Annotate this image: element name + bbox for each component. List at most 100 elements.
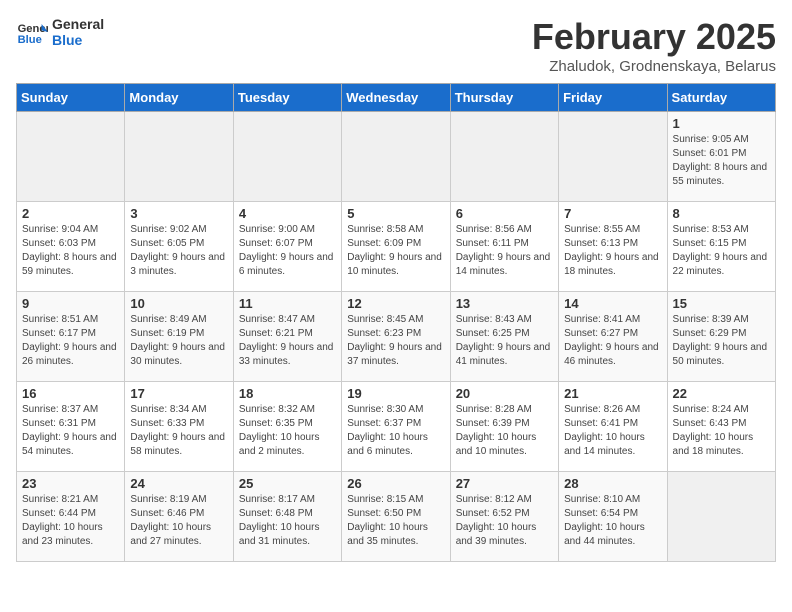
day-number: 1 bbox=[673, 116, 770, 131]
calendar-cell bbox=[450, 112, 558, 202]
day-number: 26 bbox=[347, 476, 444, 491]
day-info: Sunrise: 8:41 AM Sunset: 6:27 PM Dayligh… bbox=[564, 313, 661, 369]
day-info: Sunrise: 8:39 AM Sunset: 6:29 PM Dayligh… bbox=[673, 313, 770, 369]
day-info: Sunrise: 8:49 AM Sunset: 6:19 PM Dayligh… bbox=[130, 313, 227, 369]
calendar-cell: 20 Sunrise: 8:28 AM Sunset: 6:39 PM Dayli… bbox=[450, 382, 558, 472]
weekday-header: Monday bbox=[125, 84, 233, 112]
calendar-cell: 24 Sunrise: 8:19 AM Sunset: 6:46 PM Dayli… bbox=[125, 472, 233, 562]
calendar-cell: 10 Sunrise: 8:49 AM Sunset: 6:19 PM Dayli… bbox=[125, 292, 233, 382]
day-info: Sunrise: 9:05 AM Sunset: 6:01 PM Dayligh… bbox=[673, 133, 770, 189]
calendar-title: February 2025 bbox=[532, 16, 776, 58]
calendar-subtitle: Zhaludok, Grodnenskaya, Belarus bbox=[532, 58, 776, 75]
logo-line1: General bbox=[52, 16, 104, 32]
calendar-cell: 9 Sunrise: 8:51 AM Sunset: 6:17 PM Daylig… bbox=[17, 292, 125, 382]
weekday-header-row: SundayMondayTuesdayWednesdayThursdayFrid… bbox=[17, 84, 776, 112]
header: General Blue General Blue February 2025 … bbox=[16, 16, 776, 75]
calendar-cell: 11 Sunrise: 8:47 AM Sunset: 6:21 PM Dayli… bbox=[233, 292, 341, 382]
logo: General Blue General Blue bbox=[16, 16, 104, 48]
day-number: 24 bbox=[130, 476, 227, 491]
day-info: Sunrise: 8:45 AM Sunset: 6:23 PM Dayligh… bbox=[347, 313, 444, 369]
calendar-cell bbox=[125, 112, 233, 202]
calendar-cell: 28Sunrise: 8:10 AM Sunset: 6:54 PM Dayli… bbox=[559, 472, 667, 562]
day-number: 13 bbox=[456, 296, 553, 311]
title-area: February 2025 Zhaludok, Grodnenskaya, Be… bbox=[532, 16, 776, 75]
calendar-cell: 22 Sunrise: 8:24 AM Sunset: 6:43 PM Dayli… bbox=[667, 382, 775, 472]
calendar-week-row: 16 Sunrise: 8:37 AM Sunset: 6:31 PM Dayli… bbox=[17, 382, 776, 472]
day-info: Sunrise: 8:58 AM Sunset: 6:09 PM Dayligh… bbox=[347, 223, 444, 279]
day-number: 7 bbox=[564, 206, 661, 221]
day-info: Sunrise: 8:51 AM Sunset: 6:17 PM Dayligh… bbox=[22, 313, 119, 369]
day-info: Sunrise: 8:47 AM Sunset: 6:21 PM Dayligh… bbox=[239, 313, 336, 369]
day-number: 9 bbox=[22, 296, 119, 311]
day-number: 25 bbox=[239, 476, 336, 491]
calendar-cell: 5 Sunrise: 8:58 AM Sunset: 6:09 PM Daylig… bbox=[342, 202, 450, 292]
calendar-cell: 2Sunrise: 9:04 AM Sunset: 6:03 PM Daylig… bbox=[17, 202, 125, 292]
calendar-cell: 16 Sunrise: 8:37 AM Sunset: 6:31 PM Dayli… bbox=[17, 382, 125, 472]
day-info: Sunrise: 8:32 AM Sunset: 6:35 PM Dayligh… bbox=[239, 403, 336, 459]
calendar-cell: 26 Sunrise: 8:15 AM Sunset: 6:50 PM Dayli… bbox=[342, 472, 450, 562]
day-info: Sunrise: 8:26 AM Sunset: 6:41 PM Dayligh… bbox=[564, 403, 661, 459]
day-info: Sunrise: 9:02 AM Sunset: 6:05 PM Dayligh… bbox=[130, 223, 227, 279]
svg-text:Blue: Blue bbox=[18, 34, 42, 46]
calendar-cell bbox=[17, 112, 125, 202]
day-info: Sunrise: 8:19 AM Sunset: 6:46 PM Dayligh… bbox=[130, 493, 227, 549]
calendar-cell: 19 Sunrise: 8:30 AM Sunset: 6:37 PM Dayli… bbox=[342, 382, 450, 472]
calendar-cell: 12 Sunrise: 8:45 AM Sunset: 6:23 PM Dayli… bbox=[342, 292, 450, 382]
day-number: 28 bbox=[564, 476, 661, 491]
day-info: Sunrise: 9:00 AM Sunset: 6:07 PM Dayligh… bbox=[239, 223, 336, 279]
weekday-header: Tuesday bbox=[233, 84, 341, 112]
day-number: 5 bbox=[347, 206, 444, 221]
calendar-cell: 7 Sunrise: 8:55 AM Sunset: 6:13 PM Daylig… bbox=[559, 202, 667, 292]
day-number: 4 bbox=[239, 206, 336, 221]
calendar-cell: 15 Sunrise: 8:39 AM Sunset: 6:29 PM Dayli… bbox=[667, 292, 775, 382]
day-number: 12 bbox=[347, 296, 444, 311]
weekday-header: Sunday bbox=[17, 84, 125, 112]
day-number: 17 bbox=[130, 386, 227, 401]
weekday-header: Saturday bbox=[667, 84, 775, 112]
day-number: 10 bbox=[130, 296, 227, 311]
calendar-cell: 6Sunrise: 8:56 AM Sunset: 6:11 PM Daylig… bbox=[450, 202, 558, 292]
calendar-week-row: 9 Sunrise: 8:51 AM Sunset: 6:17 PM Daylig… bbox=[17, 292, 776, 382]
day-number: 23 bbox=[22, 476, 119, 491]
day-number: 27 bbox=[456, 476, 553, 491]
day-info: Sunrise: 8:30 AM Sunset: 6:37 PM Dayligh… bbox=[347, 403, 444, 459]
calendar-cell: 13 Sunrise: 8:43 AM Sunset: 6:25 PM Dayli… bbox=[450, 292, 558, 382]
day-info: Sunrise: 8:53 AM Sunset: 6:15 PM Dayligh… bbox=[673, 223, 770, 279]
day-info: Sunrise: 8:55 AM Sunset: 6:13 PM Dayligh… bbox=[564, 223, 661, 279]
calendar-cell: 25 Sunrise: 8:17 AM Sunset: 6:48 PM Dayli… bbox=[233, 472, 341, 562]
calendar-week-row: 2Sunrise: 9:04 AM Sunset: 6:03 PM Daylig… bbox=[17, 202, 776, 292]
calendar-cell: 21 Sunrise: 8:26 AM Sunset: 6:41 PM Dayli… bbox=[559, 382, 667, 472]
calendar-cell: 14 Sunrise: 8:41 AM Sunset: 6:27 PM Dayli… bbox=[559, 292, 667, 382]
day-number: 20 bbox=[456, 386, 553, 401]
calendar-cell bbox=[667, 472, 775, 562]
day-info: Sunrise: 8:28 AM Sunset: 6:39 PM Dayligh… bbox=[456, 403, 553, 459]
day-number: 15 bbox=[673, 296, 770, 311]
calendar-week-row: 23 Sunrise: 8:21 AM Sunset: 6:44 PM Dayli… bbox=[17, 472, 776, 562]
day-info: Sunrise: 8:12 AM Sunset: 6:52 PM Dayligh… bbox=[456, 493, 553, 549]
calendar-cell: 3Sunrise: 9:02 AM Sunset: 6:05 PM Daylig… bbox=[125, 202, 233, 292]
calendar-cell bbox=[342, 112, 450, 202]
calendar-cell bbox=[233, 112, 341, 202]
weekday-header: Thursday bbox=[450, 84, 558, 112]
calendar-cell: 23 Sunrise: 8:21 AM Sunset: 6:44 PM Dayli… bbox=[17, 472, 125, 562]
day-info: Sunrise: 8:21 AM Sunset: 6:44 PM Dayligh… bbox=[22, 493, 119, 549]
day-info: Sunrise: 8:17 AM Sunset: 6:48 PM Dayligh… bbox=[239, 493, 336, 549]
calendar-cell: 27 Sunrise: 8:12 AM Sunset: 6:52 PM Dayli… bbox=[450, 472, 558, 562]
day-number: 22 bbox=[673, 386, 770, 401]
day-number: 18 bbox=[239, 386, 336, 401]
weekday-header: Wednesday bbox=[342, 84, 450, 112]
day-info: Sunrise: 8:43 AM Sunset: 6:25 PM Dayligh… bbox=[456, 313, 553, 369]
logo-line2: Blue bbox=[52, 32, 104, 48]
calendar-cell: 8 Sunrise: 8:53 AM Sunset: 6:15 PM Daylig… bbox=[667, 202, 775, 292]
day-number: 11 bbox=[239, 296, 336, 311]
calendar-cell: 17Sunrise: 8:34 AM Sunset: 6:33 PM Dayli… bbox=[125, 382, 233, 472]
day-info: Sunrise: 8:15 AM Sunset: 6:50 PM Dayligh… bbox=[347, 493, 444, 549]
day-number: 21 bbox=[564, 386, 661, 401]
day-number: 16 bbox=[22, 386, 119, 401]
day-number: 14 bbox=[564, 296, 661, 311]
day-info: Sunrise: 8:37 AM Sunset: 6:31 PM Dayligh… bbox=[22, 403, 119, 459]
day-number: 8 bbox=[673, 206, 770, 221]
day-number: 19 bbox=[347, 386, 444, 401]
day-info: Sunrise: 8:24 AM Sunset: 6:43 PM Dayligh… bbox=[673, 403, 770, 459]
day-number: 6 bbox=[456, 206, 553, 221]
